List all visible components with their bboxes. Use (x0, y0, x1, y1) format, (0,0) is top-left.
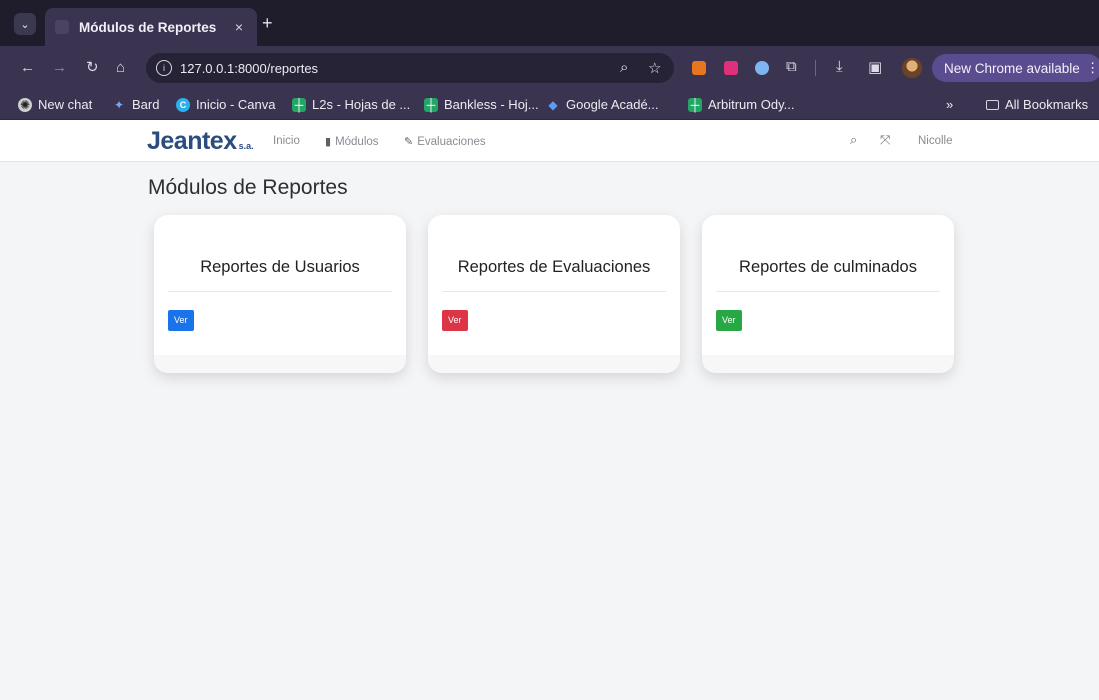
bookmark-star-icon[interactable]: ☆ (648, 59, 661, 77)
card-footer (154, 355, 406, 373)
tab-search-chevron-icon[interactable]: ⌄ (14, 13, 36, 35)
tab-title: Módulos de Reportes (79, 19, 217, 35)
bookmark-label: Bankless - Hoj... (444, 97, 539, 112)
all-bookmarks-button[interactable]: All Bookmarks (986, 97, 1088, 112)
new-tab-button[interactable]: + (262, 14, 273, 32)
bookmark-label: Bard (132, 97, 160, 112)
report-card-culminados: Reportes de culminados Ver (702, 215, 954, 373)
card-divider (168, 291, 392, 292)
side-panel-icon[interactable]: ▣ (868, 58, 882, 76)
more-menu-icon[interactable]: ⋮ (1086, 60, 1099, 76)
forward-arrow-icon[interactable]: → (52, 59, 67, 77)
browser-toolbar: ← → ↻ ⌂ i 127.0.0.1:8000/reportes ⌕ ☆ ⧉ … (0, 46, 1099, 90)
reload-icon[interactable]: ↻ (86, 59, 99, 77)
nav-link-modulos[interactable]: ▮ Módulos (325, 135, 379, 149)
card-title: Reportes de Evaluaciones (457, 258, 651, 276)
ver-button[interactable]: Ver (442, 310, 468, 331)
bookmark-label: New chat (38, 97, 93, 112)
tab-close-icon[interactable]: × (231, 19, 247, 35)
address-bar[interactable]: i 127.0.0.1:8000/reportes ⌕ ☆ (146, 53, 674, 83)
ver-button[interactable]: Ver (716, 310, 742, 331)
bookmark-item[interactable]: C Inicio - Canva (176, 97, 275, 112)
user-name[interactable]: Nicolle (918, 135, 953, 147)
card-footer (702, 355, 954, 373)
card-divider (716, 291, 940, 292)
report-card-usuarios: Reportes de Usuarios Ver (154, 215, 406, 373)
bookmark-item[interactable]: ✦ Bard (112, 97, 160, 112)
bookmarks-overflow-button[interactable]: » (946, 97, 953, 112)
page-title: Módulos de Reportes (148, 176, 348, 199)
chrome-update-label: New Chrome available (944, 60, 1080, 76)
sheets-icon: ┼ (424, 97, 438, 112)
nav-link-inicio[interactable]: Inicio (273, 135, 300, 147)
bookmark-item[interactable]: ◆ Google Acadé... (546, 97, 659, 112)
url-text[interactable]: 127.0.0.1:8000/reportes (180, 61, 318, 76)
site-info-icon[interactable]: i (156, 60, 172, 76)
bookmark-label: Google Acadé... (566, 97, 659, 112)
bookmark-item[interactable]: ┼ Bankless - Hoj... (424, 97, 539, 112)
back-arrow-icon[interactable]: ← (20, 59, 35, 77)
browser-tab-strip: ⌄ Módulos de Reportes × + (0, 0, 1099, 46)
nav-link-label: Módulos (335, 135, 379, 148)
download-icon[interactable]: ⤓ (836, 58, 843, 75)
bard-icon: ✦ (113, 97, 125, 112)
browser-tab[interactable]: Módulos de Reportes × (45, 8, 257, 46)
sheets-icon: ┼ (688, 97, 702, 112)
home-icon[interactable]: ⌂ (116, 59, 125, 77)
fullscreen-icon[interactable]: ⤧ (880, 132, 890, 148)
bookmark-label: L2s - Hojas de ... (312, 97, 411, 112)
bookmark-label: Inicio - Canva (196, 97, 276, 112)
metamask-extension-icon[interactable] (692, 61, 706, 75)
extension-icon[interactable] (724, 61, 738, 75)
search-icon[interactable]: ⌕ (850, 132, 857, 148)
bookmarks-bar: ✺ New chat ✦ Bard C Inicio - Canva ┼ L2s… (0, 90, 1099, 120)
zoom-icon[interactable]: ⌕ (620, 59, 628, 76)
extension-icon[interactable] (755, 61, 769, 75)
app-navbar: Jeantex s.a. Inicio ▮ Módulos ✎ Evaluacio… (0, 120, 1099, 162)
nav-link-label: Inicio (273, 135, 300, 147)
profile-avatar[interactable] (902, 58, 922, 78)
report-card-evaluaciones: Reportes de Evaluaciones Ver (428, 215, 680, 373)
bookmark-item[interactable]: ✺ New chat (18, 97, 92, 112)
bookmark-item[interactable]: ┼ L2s - Hojas de ... (292, 97, 410, 112)
bookmark-item[interactable]: ┼ Arbitrum Ody... (688, 97, 794, 112)
chrome-update-button[interactable]: New Chrome available ⋮ (932, 54, 1099, 82)
extensions-puzzle-icon[interactable]: ⧉ (786, 58, 797, 75)
all-bookmarks-label: All Bookmarks (1005, 97, 1089, 112)
brand-suffix: s.a. (238, 141, 254, 151)
bookmark-label: Arbitrum Ody... (708, 97, 795, 112)
nav-link-evaluaciones[interactable]: ✎ Evaluaciones (404, 135, 486, 149)
card-divider (442, 291, 666, 292)
toolbar-separator (815, 60, 816, 76)
brand-logo[interactable]: Jeantex s.a. (147, 127, 254, 156)
canva-icon: C (176, 97, 190, 112)
brand-name: Jeantex (147, 127, 237, 155)
pencil-icon: ✎ (404, 136, 414, 148)
tab-favicon-icon (55, 20, 69, 34)
card-footer (428, 355, 680, 373)
sheets-icon: ┼ (292, 97, 306, 112)
scholar-icon: ◆ (548, 97, 558, 112)
nav-link-label: Evaluaciones (417, 135, 486, 148)
ver-button[interactable]: Ver (168, 310, 194, 331)
file-icon: ▮ (325, 136, 332, 148)
folder-icon (986, 99, 999, 110)
card-title: Reportes de Usuarios (200, 258, 360, 276)
chatgpt-icon: ✺ (18, 97, 32, 112)
card-title: Reportes de culminados (739, 258, 917, 276)
